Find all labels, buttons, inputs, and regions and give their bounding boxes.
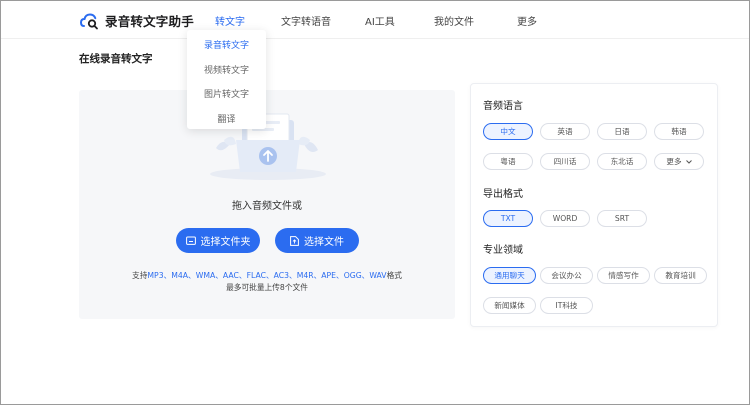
file-upload-icon xyxy=(290,235,299,246)
formats-prefix: 支持 xyxy=(132,271,148,280)
settings-panel: 音频语言 中文 英语 日语 韩语 粤语 四川话 东北话 更多 导出格式 TXT … xyxy=(470,83,718,327)
domain-option-it-tech[interactable]: IT科技 xyxy=(540,297,593,314)
nav-ai-tools[interactable]: AI工具 xyxy=(365,13,395,28)
select-file-label: 选择文件 xyxy=(304,237,344,248)
upload-limit-text: 最多可批量上传8个文件 xyxy=(226,283,308,292)
language-option-more[interactable]: 更多 xyxy=(654,153,704,170)
upload-dropzone[interactable]: 拖入音频文件或 选择文件夹 选择文件 支持MP3、M4A、WMA、AAC、FLA… xyxy=(79,90,455,319)
nav-more[interactable]: 更多 xyxy=(517,13,537,28)
language-option-cantonese[interactable]: 粤语 xyxy=(483,153,533,170)
cloud-search-icon xyxy=(80,12,98,29)
nav-my-files[interactable]: 我的文件 xyxy=(434,13,474,28)
folder-icon xyxy=(185,236,196,245)
language-option-northeastern[interactable]: 东北话 xyxy=(597,153,647,170)
export-option-txt[interactable]: TXT xyxy=(483,210,533,227)
export-option-srt[interactable]: SRT xyxy=(597,210,647,227)
app-logo[interactable]: 录音转文字助手 xyxy=(80,11,194,30)
select-file-button[interactable]: 选择文件 xyxy=(275,228,359,253)
professional-domain-title: 专业领域 xyxy=(483,245,523,256)
menu-item-image-to-text[interactable]: 图片转文字 xyxy=(187,87,266,100)
language-option-english[interactable]: 英语 xyxy=(540,123,590,140)
select-folder-label: 选择文件夹 xyxy=(200,237,251,248)
domain-option-education-training[interactable]: 教育培训 xyxy=(654,267,707,284)
export-option-word[interactable]: WORD xyxy=(540,210,590,227)
menu-item-audio-to-text[interactable]: 录音转文字 xyxy=(187,38,266,51)
convert-dropdown-menu: 录音转文字 视频转文字 图片转文字 翻译 xyxy=(187,30,266,129)
export-format-title: 导出格式 xyxy=(483,189,523,200)
formats-list: MP3、M4A、WMA、AAC、FLAC、AC3、M4R、APE、OGG、WAV xyxy=(147,271,387,280)
language-option-chinese[interactable]: 中文 xyxy=(483,123,533,140)
language-option-sichuanese[interactable]: 四川话 xyxy=(540,153,590,170)
upload-hint: 拖入音频文件或 xyxy=(232,201,302,212)
language-option-korean[interactable]: 韩语 xyxy=(654,123,704,140)
app-title: 录音转文字助手 xyxy=(105,14,194,29)
domain-option-meeting-office[interactable]: 会议办公 xyxy=(540,267,593,284)
select-folder-button[interactable]: 选择文件夹 xyxy=(176,228,260,253)
formats-suffix: 格式 xyxy=(386,271,402,280)
domain-option-emotional-writing[interactable]: 情感写作 xyxy=(597,267,650,284)
page-title: 在线录音转文字 xyxy=(79,53,153,65)
menu-item-video-to-text[interactable]: 视频转文字 xyxy=(187,63,266,76)
language-option-japanese[interactable]: 日语 xyxy=(597,123,647,140)
language-more-label: 更多 xyxy=(666,157,682,166)
domain-option-general-chat[interactable]: 通用聊天 xyxy=(483,267,536,284)
menu-item-translate[interactable]: 翻译 xyxy=(187,112,266,125)
audio-language-title: 音频语言 xyxy=(483,101,523,112)
nav-text-to-speech[interactable]: 文字转语音 xyxy=(281,13,331,28)
top-nav-bar: 录音转文字助手 转文字 文字转语音 AI工具 我的文件 更多 xyxy=(1,1,749,39)
supported-formats: 支持MP3、M4A、WMA、AAC、FLAC、AC3、M4R、APE、OGG、W… xyxy=(79,270,455,281)
nav-convert-text[interactable]: 转文字 xyxy=(215,13,245,28)
chevron-down-icon xyxy=(685,159,692,164)
domain-option-news-media[interactable]: 新闻媒体 xyxy=(483,297,536,314)
